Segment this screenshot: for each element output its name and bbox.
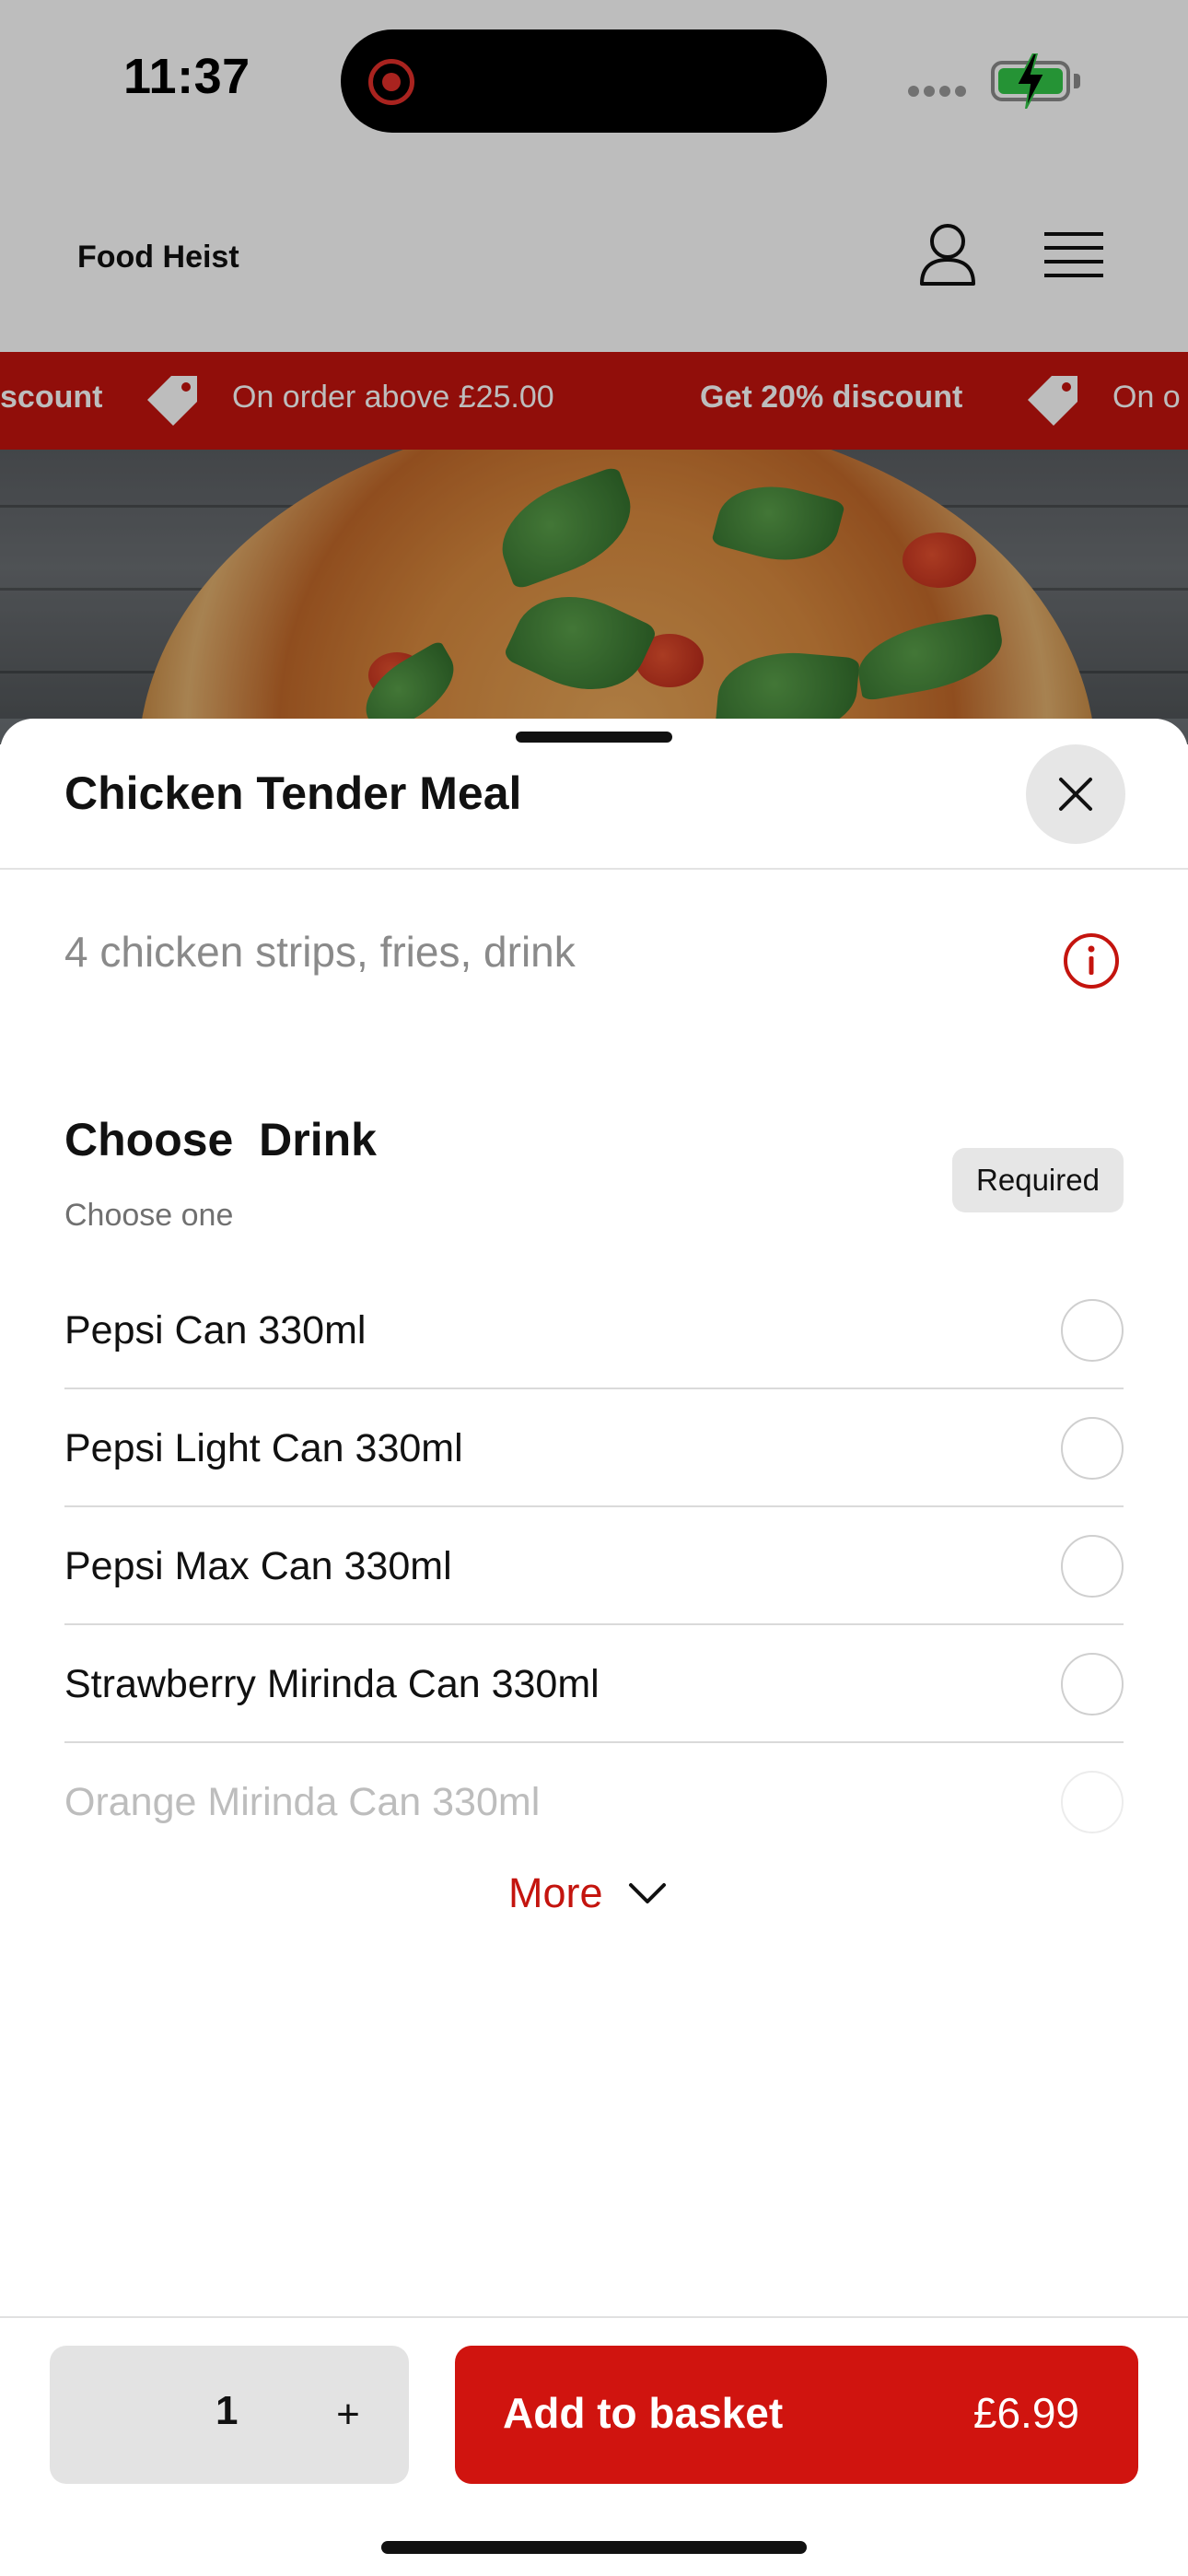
option-radio[interactable] bbox=[1061, 1653, 1124, 1715]
section-subtitle: Choose one bbox=[64, 1198, 234, 1233]
quantity-value: 1 bbox=[215, 2388, 239, 2433]
option-label: Strawberry Mirinda Can 330ml bbox=[64, 1662, 600, 1706]
quantity-stepper: 1 + bbox=[50, 2346, 409, 2484]
option-radio[interactable] bbox=[1061, 1771, 1124, 1833]
option-row[interactable]: Orange Mirinda Can 330ml bbox=[64, 1743, 1124, 1861]
option-row[interactable]: Pepsi Light Can 330ml bbox=[64, 1389, 1124, 1507]
option-row[interactable]: Pepsi Max Can 330ml bbox=[64, 1507, 1124, 1625]
option-label: Pepsi Light Can 330ml bbox=[64, 1426, 463, 1470]
required-badge: Required bbox=[952, 1148, 1124, 1212]
option-row[interactable]: Pepsi Can 330ml bbox=[64, 1271, 1124, 1389]
option-row[interactable]: Strawberry Mirinda Can 330ml bbox=[64, 1625, 1124, 1743]
home-indicator[interactable] bbox=[381, 2541, 807, 2554]
add-to-basket-button[interactable]: Add to basket £6.99 bbox=[455, 2346, 1138, 2484]
item-title: Chicken Tender Meal bbox=[64, 767, 522, 819]
increment-button[interactable]: + bbox=[322, 2383, 374, 2447]
section-title: Choose Drink bbox=[64, 1114, 377, 1165]
header-divider bbox=[0, 868, 1188, 870]
add-to-basket-label: Add to basket bbox=[503, 2389, 784, 2437]
close-icon bbox=[1059, 778, 1092, 811]
close-button[interactable] bbox=[1026, 744, 1125, 844]
option-label: Orange Mirinda Can 330ml bbox=[64, 1780, 541, 1824]
total-price: £6.99 bbox=[973, 2389, 1079, 2437]
more-label: More bbox=[508, 1869, 603, 1916]
option-radio[interactable] bbox=[1061, 1299, 1124, 1362]
drink-options-list: Pepsi Can 330ml Pepsi Light Can 330ml Pe… bbox=[64, 1271, 1124, 1861]
chevron-down-icon bbox=[628, 1883, 666, 1903]
option-radio[interactable] bbox=[1061, 1417, 1124, 1480]
modal-backdrop[interactable] bbox=[0, 0, 1188, 719]
item-description: 4 chicken strips, fries, drink bbox=[64, 928, 576, 976]
item-options-sheet: Chicken Tender Meal 4 chicken strips, fr… bbox=[0, 719, 1188, 2576]
footer-divider bbox=[0, 2316, 1188, 2318]
sheet-grabber[interactable] bbox=[516, 732, 672, 743]
option-label: Pepsi Max Can 330ml bbox=[64, 1544, 452, 1588]
info-icon[interactable] bbox=[1063, 932, 1120, 989]
option-label: Pepsi Can 330ml bbox=[64, 1308, 367, 1352]
more-options-button[interactable]: More bbox=[508, 1861, 668, 1926]
option-radio[interactable] bbox=[1061, 1535, 1124, 1598]
